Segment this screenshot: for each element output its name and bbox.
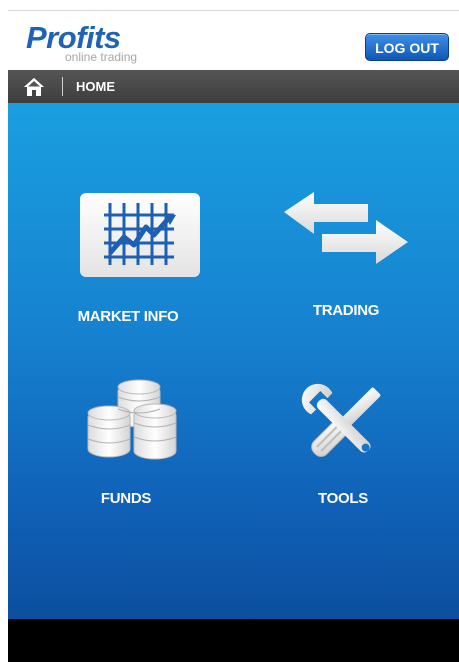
nav-separator [62,77,63,96]
funds-label: FUNDS [100,490,152,507]
main-menu: MARKET INFO TRADING FUNDS TOOLS [8,103,459,619]
funds-tile[interactable]: FUNDS [66,375,186,515]
tools-tile[interactable]: TOOLS [288,375,398,515]
brand-subtitle: online trading [65,50,138,64]
brand-title: Profits [26,20,121,55]
coins-icon [87,379,177,460]
app-frame: Profits online trading LOG OUT HOME MARK… [8,0,459,662]
trading-tile[interactable]: TRADING [276,188,416,319]
home-icon[interactable] [22,76,46,98]
logout-button[interactable]: LOG OUT [365,33,449,61]
wrench-screwdriver-icon [301,383,381,457]
bottom-bar [8,619,459,662]
app-header: Profits online trading LOG OUT [8,11,459,70]
market-info-tile[interactable]: MARKET INFO [53,193,203,333]
trading-label: TRADING [312,302,380,319]
tools-label: TOOLS [318,490,368,507]
chart-icon [80,193,200,277]
exchange-arrows-icon [284,192,408,264]
market-info-label: MARKET INFO [77,308,179,325]
nav-bar: HOME [8,70,459,103]
breadcrumb: HOME [76,79,115,94]
